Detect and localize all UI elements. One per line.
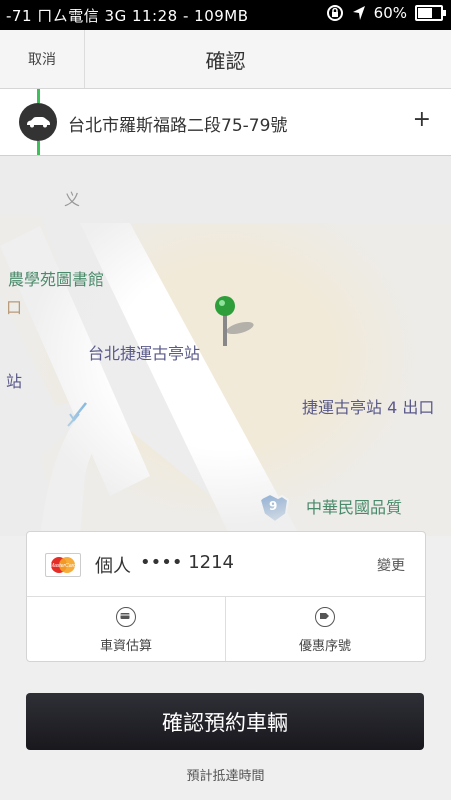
- battery-icon: [415, 5, 446, 21]
- map-label-fragment-2: 站: [6, 372, 23, 391]
- map-view[interactable]: 農學苑圖書館 口 站 义 台北捷運古亭站 捷運古亭站 4 出口 中華民國品質 9: [0, 156, 451, 536]
- nav-bar: 確認 取消: [0, 30, 451, 89]
- card-number: •••• 1214: [140, 552, 234, 573]
- eta-link[interactable]: 預計抵達時間: [0, 765, 451, 784]
- route-line-top: [37, 89, 40, 103]
- payment-card: MasterCard 個人 •••• 1214 變更 車資估算 優惠序號: [26, 531, 426, 662]
- promo-code-button[interactable]: 優惠序號: [226, 597, 424, 661]
- battery-level-fill: [418, 8, 433, 18]
- promo-code-label: 優惠序號: [298, 639, 351, 654]
- map-label-station: 台北捷運古亭站: [88, 344, 201, 363]
- status-bar-info: -71 ㄇㄙ電信 3G 11:28 - 109MB: [6, 7, 249, 25]
- pickup-address: 台北市羅斯福路二段75-79號: [68, 116, 288, 136]
- fare-estimate-label: 車資估算: [99, 639, 152, 654]
- map-label-fragment-1: 口: [6, 298, 23, 317]
- cancel-button[interactable]: 取消: [0, 30, 85, 88]
- confirm-ride-button[interactable]: 確認預約車輛: [26, 693, 424, 750]
- status-bar: -71 ㄇㄙ電信 3G 11:28 - 109MB 60%: [0, 0, 451, 30]
- fare-estimate-icon: [116, 607, 136, 627]
- pickup-address-bar[interactable]: 台北市羅斯福路二段75-79號 +: [0, 89, 451, 156]
- add-stop-button[interactable]: +: [413, 107, 431, 132]
- payment-profile-label: 個人: [95, 556, 131, 577]
- map-label-school: 中華民國品質: [306, 498, 403, 517]
- rotation-lock-icon: [326, 5, 343, 21]
- highway-number: 9: [269, 499, 278, 513]
- change-payment-button[interactable]: 變更: [377, 555, 405, 575]
- route-line-bottom: [37, 141, 40, 155]
- map-label-library: 農學苑圖書館: [8, 270, 105, 289]
- car-icon: [19, 103, 57, 141]
- mastercard-icon: MasterCard: [45, 553, 81, 577]
- battery-percent: 60%: [373, 4, 407, 22]
- svg-text:MasterCard: MasterCard: [50, 563, 76, 569]
- map-canvas: [0, 156, 451, 536]
- location-arrow-icon: [352, 6, 365, 20]
- pickup-pin-icon: [215, 296, 235, 316]
- map-label-exit: 捷運古亭站 4 出口: [302, 398, 435, 417]
- map-label-fragment-3: 义: [64, 190, 81, 209]
- fare-estimate-button[interactable]: 車資估算: [27, 597, 226, 661]
- payment-method-row[interactable]: MasterCard 個人 •••• 1214 變更: [27, 532, 425, 597]
- promo-tag-icon: [315, 607, 335, 627]
